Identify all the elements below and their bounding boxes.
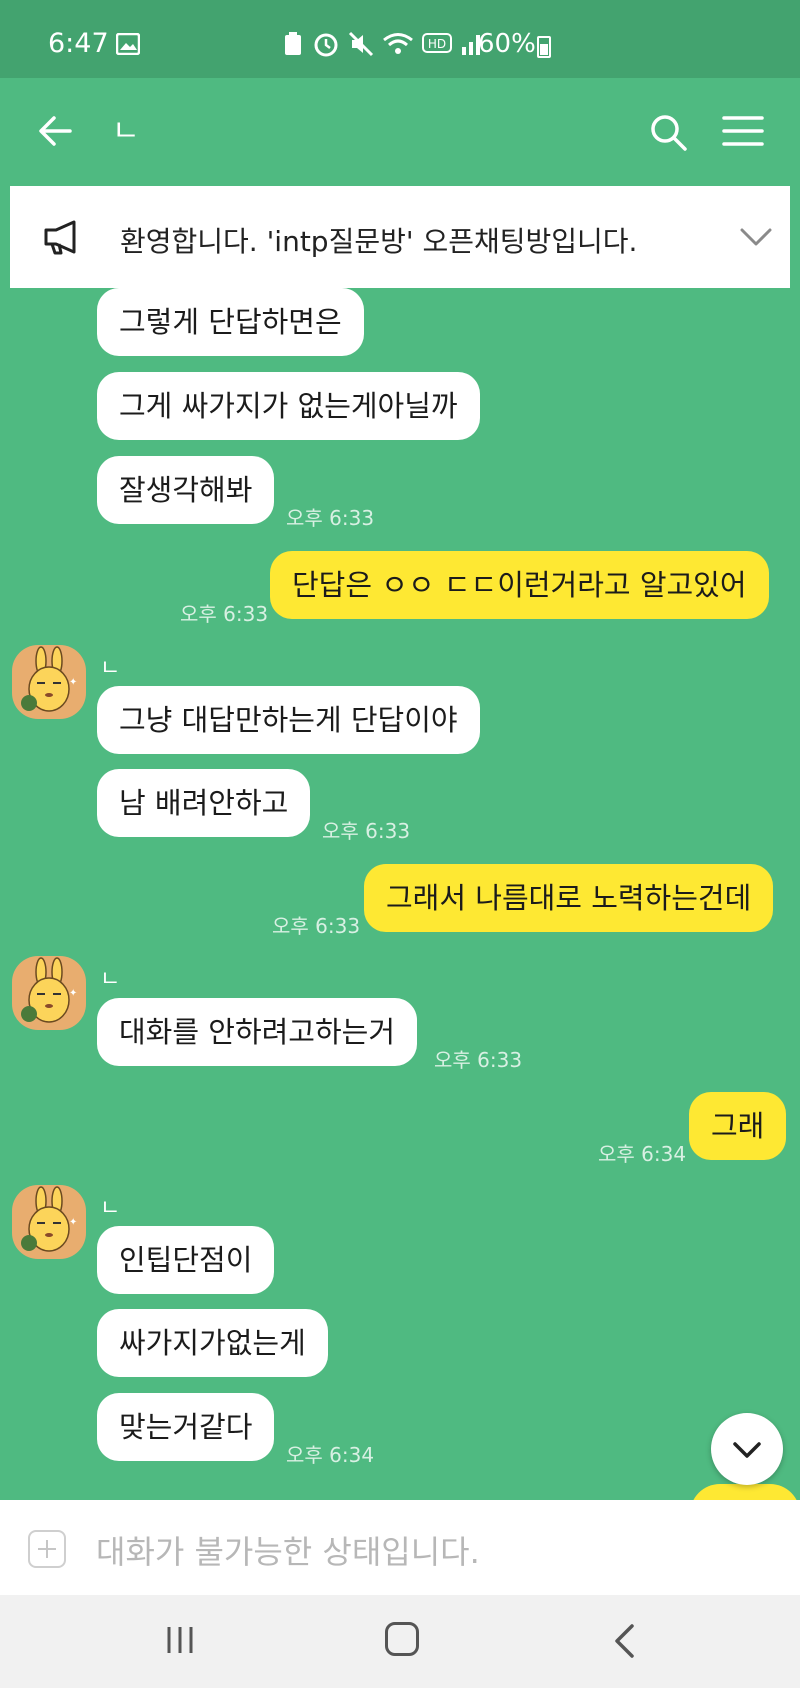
my-message-bubble[interactable]: 단답은 ㅇㅇ ㄷㄷ이런거라고 알고있어 [270, 551, 769, 619]
message-time: 오후 6:33 [272, 914, 361, 938]
message-time: 오후 6:34 [598, 1142, 687, 1166]
chevron-down-icon[interactable] [738, 222, 774, 250]
plus-icon [28, 1530, 66, 1568]
home-icon[interactable] [385, 1622, 419, 1656]
notice-banner[interactable]: 환영합니다. 'intp질문방' 오픈채팅방입니다. [10, 186, 790, 288]
message-time: 오후 6:33 [180, 602, 269, 626]
svg-text:✦: ✦ [69, 988, 77, 999]
message-bubble[interactable]: 그게 싸가지가 없는게아닐까 [97, 372, 480, 440]
svg-text:✦: ✦ [69, 1217, 77, 1228]
scroll-to-bottom-button[interactable] [711, 1413, 783, 1485]
chevron-down-icon [733, 1442, 761, 1458]
megaphone-icon [44, 220, 76, 255]
notice-text: 환영합니다. 'intp질문방' 오픈채팅방입니다. [120, 225, 638, 258]
message-bubble[interactable]: 남 배려안하고 [97, 769, 311, 837]
sender-name: ㄴ [100, 1196, 121, 1221]
recent-apps-icon[interactable] [164, 1625, 196, 1655]
message-bubble[interactable]: 대화를 안하려고하는거 [97, 998, 418, 1066]
message-time: 오후 6:33 [434, 1048, 523, 1072]
message-time: 오후 6:33 [286, 506, 375, 530]
message-input-placeholder: 대화가 불가능한 상태입니다. [96, 1533, 480, 1571]
my-message-bubble[interactable]: 그래 [689, 1092, 787, 1160]
character-avatar-icon: ✦ [21, 1186, 77, 1252]
my-message-bubble[interactable]: 그래서 나름대로 노력하는건데 [364, 864, 774, 932]
character-avatar-icon: ✦ [21, 957, 77, 1023]
system-nav-bar [0, 1595, 800, 1688]
message-bubble[interactable]: 싸가지가없는게 [97, 1309, 328, 1377]
message-bubble[interactable]: 잘생각해봐 [97, 456, 275, 524]
message-bubble[interactable]: 그냥 대답만하는게 단답이야 [97, 686, 480, 754]
sender-name: ㄴ [100, 656, 121, 681]
avatar[interactable]: ✦ [12, 645, 86, 719]
message-bubble[interactable]: 인팁단점이 [97, 1226, 275, 1294]
message-bubble[interactable]: 그렇게 단답하면은 [97, 288, 364, 356]
message-input-bar: 대화가 불가능한 상태입니다. [0, 1500, 800, 1595]
back-icon[interactable] [612, 1623, 636, 1659]
avatar[interactable]: ✦ [12, 956, 86, 1030]
sender-name: ㄴ [100, 967, 121, 992]
avatar[interactable]: ✦ [12, 1185, 86, 1259]
message-time: 오후 6:34 [286, 1443, 375, 1467]
message-time: 오후 6:33 [322, 819, 411, 843]
character-avatar-icon: ✦ [21, 646, 77, 712]
svg-text:✦: ✦ [69, 677, 77, 688]
message-bubble[interactable]: 맞는거같다 [97, 1393, 275, 1461]
